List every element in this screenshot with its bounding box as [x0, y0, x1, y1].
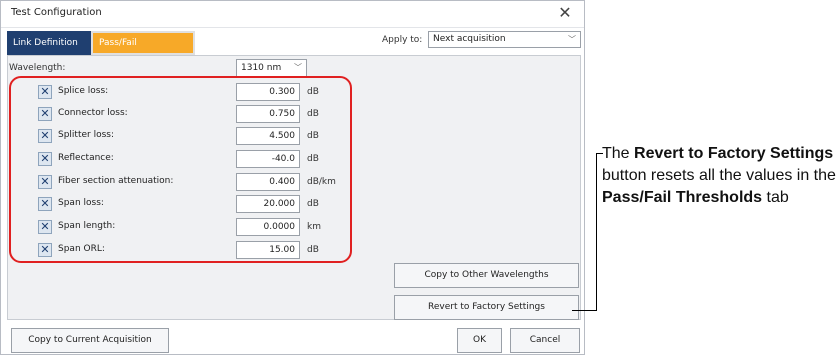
ok-button[interactable]: OK [457, 328, 502, 353]
title-bar: Test Configuration ✕ [1, 1, 584, 28]
callout-bold-revert: Revert to Factory Settings [634, 145, 834, 162]
dialog-title: Test Configuration [11, 7, 102, 18]
test-configuration-dialog: Test Configuration ✕ Link Definition Pas… [0, 0, 585, 355]
apply-to-label: Apply to: [382, 35, 423, 45]
close-icon[interactable]: ✕ [554, 2, 576, 24]
callout-annotation: The Revert to Factory Settings button re… [602, 143, 837, 209]
callout-text-part1: The [602, 145, 635, 162]
chevron-down-icon: ﹀ [294, 63, 302, 72]
thresholds-highlight-outline [9, 76, 352, 263]
tab-link-definition[interactable]: Link Definition [7, 31, 91, 55]
tab-pass-fail-thresholds[interactable]: Pass/Fail Thresholds [91, 31, 195, 68]
revert-to-factory-settings-button[interactable]: Revert to Factory Settings [394, 295, 579, 320]
callout-pointer-line [572, 310, 597, 311]
wavelength-value: 1310 nm [241, 63, 282, 73]
apply-to-value: Next acquisition [433, 34, 506, 44]
apply-to-select[interactable]: Next acquisition ﹀ [428, 31, 581, 48]
chevron-down-icon: ﹀ [568, 35, 576, 44]
callout-bold-tab-name: Pass/Fail Thresholds [602, 189, 763, 206]
copy-to-other-wavelengths-button[interactable]: Copy to Other Wavelengths [394, 263, 579, 288]
callout-text-part2: button resets all the values in the [602, 167, 836, 184]
callout-leader-line [596, 153, 597, 310]
copy-to-current-acquisition-button[interactable]: Copy to Current Acquisition [11, 328, 169, 353]
callout-text-part3: tab [762, 189, 789, 206]
cancel-button[interactable]: Cancel [510, 328, 580, 353]
wavelength-label: Wavelength: [9, 63, 66, 73]
wavelength-select[interactable]: 1310 nm ﹀ [236, 59, 307, 77]
